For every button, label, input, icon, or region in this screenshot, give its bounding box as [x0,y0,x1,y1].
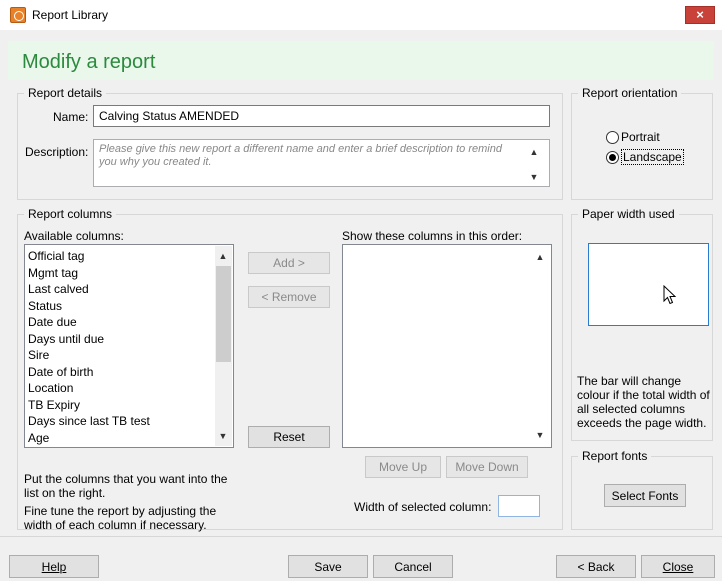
column-width-input[interactable] [498,495,540,517]
list-item[interactable]: Date of birth [28,364,150,381]
list-item[interactable]: Location [28,380,150,397]
description-textarea[interactable]: Please give this new report a different … [93,139,550,187]
page-title: Modify a report [22,51,156,73]
back-button[interactable]: < Back [556,555,636,578]
list-item[interactable]: Sire [28,347,150,364]
report-orientation-legend: Report orientation [578,86,682,100]
landscape-radio[interactable]: Landscape [606,149,684,165]
report-library-window: Report Library × Modify a report Report … [0,0,722,581]
save-button[interactable]: Save [288,555,368,578]
list-item[interactable]: Date due [28,314,150,331]
report-details-legend: Report details [24,86,107,100]
available-columns-label: Available columns: [24,229,124,243]
columns-help-text-1: Put the columns that you want into the l… [24,472,228,500]
list-item[interactable]: Status [28,298,150,315]
available-columns-list[interactable]: Official tag Mgmt tag Last calved Status… [24,244,234,448]
available-scroll-up-icon[interactable]: ▲ [216,249,230,263]
report-fonts-legend: Report fonts [578,449,652,463]
help-button[interactable]: Help [9,555,99,578]
portrait-radio-circle[interactable] [606,130,619,144]
show-columns-label: Show these columns in this order: [342,229,523,243]
selected-scroll-down-icon[interactable]: ▼ [533,428,547,442]
help-button-label: Help [41,559,67,574]
name-input-value: Calving Status AMENDED [99,109,240,123]
landscape-radio-circle[interactable] [606,150,619,164]
window-close-button[interactable]: × [685,6,715,24]
list-item[interactable]: Official tag [28,248,150,265]
list-item[interactable]: Days until due [28,331,150,348]
list-item[interactable]: TB Expiry [28,397,150,414]
report-columns-legend: Report columns [24,207,117,221]
available-scroll-down-icon[interactable]: ▼ [216,429,230,443]
cancel-button[interactable]: Cancel [373,555,453,578]
landscape-radio-label: Landscape [621,149,684,165]
description-scroll-up-icon[interactable]: ▲ [527,145,541,159]
add-column-button[interactable]: Add > [248,252,330,274]
paper-width-bar [588,243,709,326]
portrait-radio[interactable]: Portrait [606,130,660,144]
name-label: Name: [53,110,89,124]
title-bar: Report Library × [0,0,722,30]
available-scroll-thumb[interactable] [216,266,231,362]
footer-separator [0,536,722,537]
select-fonts-button[interactable]: Select Fonts [604,484,686,507]
available-columns-scrollbar[interactable]: ▲ ▼ [215,246,232,446]
list-item[interactable]: Mgmt tag [28,265,150,282]
remove-column-button[interactable]: < Remove [248,286,330,308]
mouse-cursor-icon [663,285,677,305]
column-width-label: Width of selected column: [354,500,492,514]
selected-columns-list[interactable]: ▲ ▼ [342,244,552,448]
available-columns-items: Official tag Mgmt tag Last calved Status… [28,248,150,446]
selected-scroll-up-icon[interactable]: ▲ [533,250,547,264]
list-item[interactable]: Age [28,430,150,447]
columns-help-text-2: Fine tune the report by adjusting the wi… [24,504,217,532]
description-label: Description: [25,145,89,159]
move-up-button[interactable]: Move Up [365,456,441,478]
report-orientation-group: Report orientation [571,86,713,200]
description-placeholder: Please give this new report a different … [99,143,502,168]
app-icon [10,7,26,23]
name-input[interactable]: Calving Status AMENDED [93,105,550,127]
move-down-button[interactable]: Move Down [446,456,528,478]
paper-width-legend: Paper width used [578,207,679,221]
portrait-radio-label: Portrait [621,130,660,144]
description-scroll-down-icon[interactable]: ▼ [527,170,541,184]
window-title: Report Library [32,8,109,22]
list-item[interactable]: Days since last TB test [28,413,150,430]
list-item[interactable]: Last calved [28,281,150,298]
reset-columns-button[interactable]: Reset [248,426,330,448]
close-button-label: Close [662,559,694,574]
paper-width-note: The bar will change colour if the total … [577,374,710,430]
close-button[interactable]: Close [641,555,715,578]
